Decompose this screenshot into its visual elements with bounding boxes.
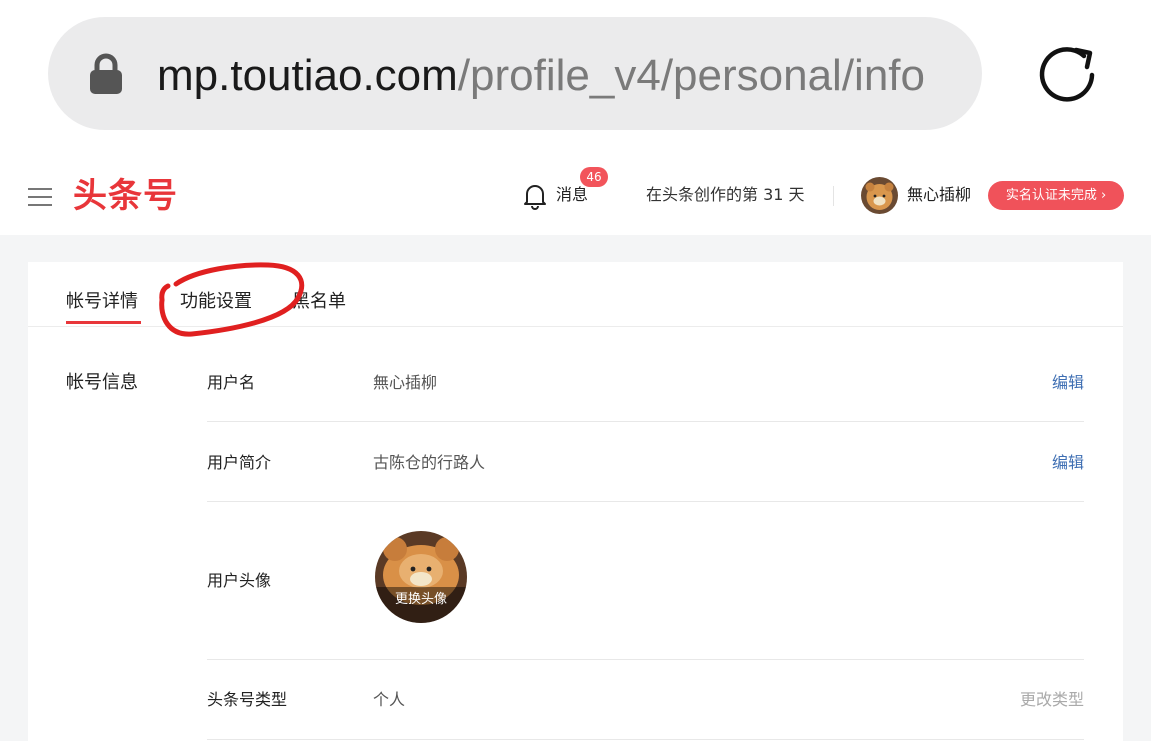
messages-link[interactable]: 消息 bbox=[556, 184, 588, 206]
header-avatar[interactable] bbox=[861, 177, 898, 214]
avatar-image bbox=[375, 531, 467, 623]
avatar-label: 用户头像 bbox=[207, 571, 272, 590]
row-divider bbox=[207, 739, 1084, 740]
header-username[interactable]: 無心插柳 bbox=[907, 184, 971, 206]
edit-username-link[interactable]: 编辑 bbox=[1052, 372, 1084, 394]
change-type-link[interactable]: 更改类型 bbox=[1020, 689, 1084, 711]
creation-days-text: 在头条创作的第 31 天 bbox=[646, 185, 805, 204]
bio-label: 用户简介 bbox=[207, 453, 272, 472]
account-type-value: 个人 bbox=[373, 690, 406, 709]
url-text[interactable]: mp.toutiao.com/profile_v4/personal/info bbox=[157, 44, 960, 108]
header-divider bbox=[833, 186, 834, 206]
account-type-label: 头条号类型 bbox=[207, 690, 288, 709]
row-divider bbox=[207, 421, 1084, 422]
change-avatar-button[interactable]: 更换头像 bbox=[375, 531, 467, 623]
menu-icon[interactable] bbox=[28, 188, 52, 206]
username-value: 無心插柳 bbox=[373, 373, 438, 392]
username-label: 用户名 bbox=[207, 373, 256, 392]
messages-count-badge: 46 bbox=[580, 167, 608, 187]
bio-value: 古陈仓的行路人 bbox=[373, 453, 486, 472]
url-path: /profile_v4/personal/info bbox=[457, 51, 925, 100]
brand-logo[interactable]: 头条号 bbox=[73, 173, 178, 219]
row-divider bbox=[207, 659, 1084, 660]
edit-bio-link[interactable]: 编辑 bbox=[1052, 452, 1084, 474]
tab-account-details[interactable]: 帐号详情 bbox=[66, 290, 138, 314]
row-divider bbox=[207, 501, 1084, 502]
red-circle-annotation bbox=[159, 262, 305, 337]
active-tab-indicator bbox=[66, 321, 141, 324]
bell-icon[interactable] bbox=[523, 182, 547, 210]
lock-icon bbox=[90, 53, 122, 94]
change-avatar-text: 更换头像 bbox=[394, 592, 447, 607]
url-domain: mp.toutiao.com bbox=[157, 51, 458, 100]
reload-icon[interactable] bbox=[1032, 40, 1102, 110]
account-info-section-label: 帐号信息 bbox=[66, 372, 138, 393]
verification-status-button[interactable]: 实名认证未完成 › bbox=[988, 181, 1124, 210]
